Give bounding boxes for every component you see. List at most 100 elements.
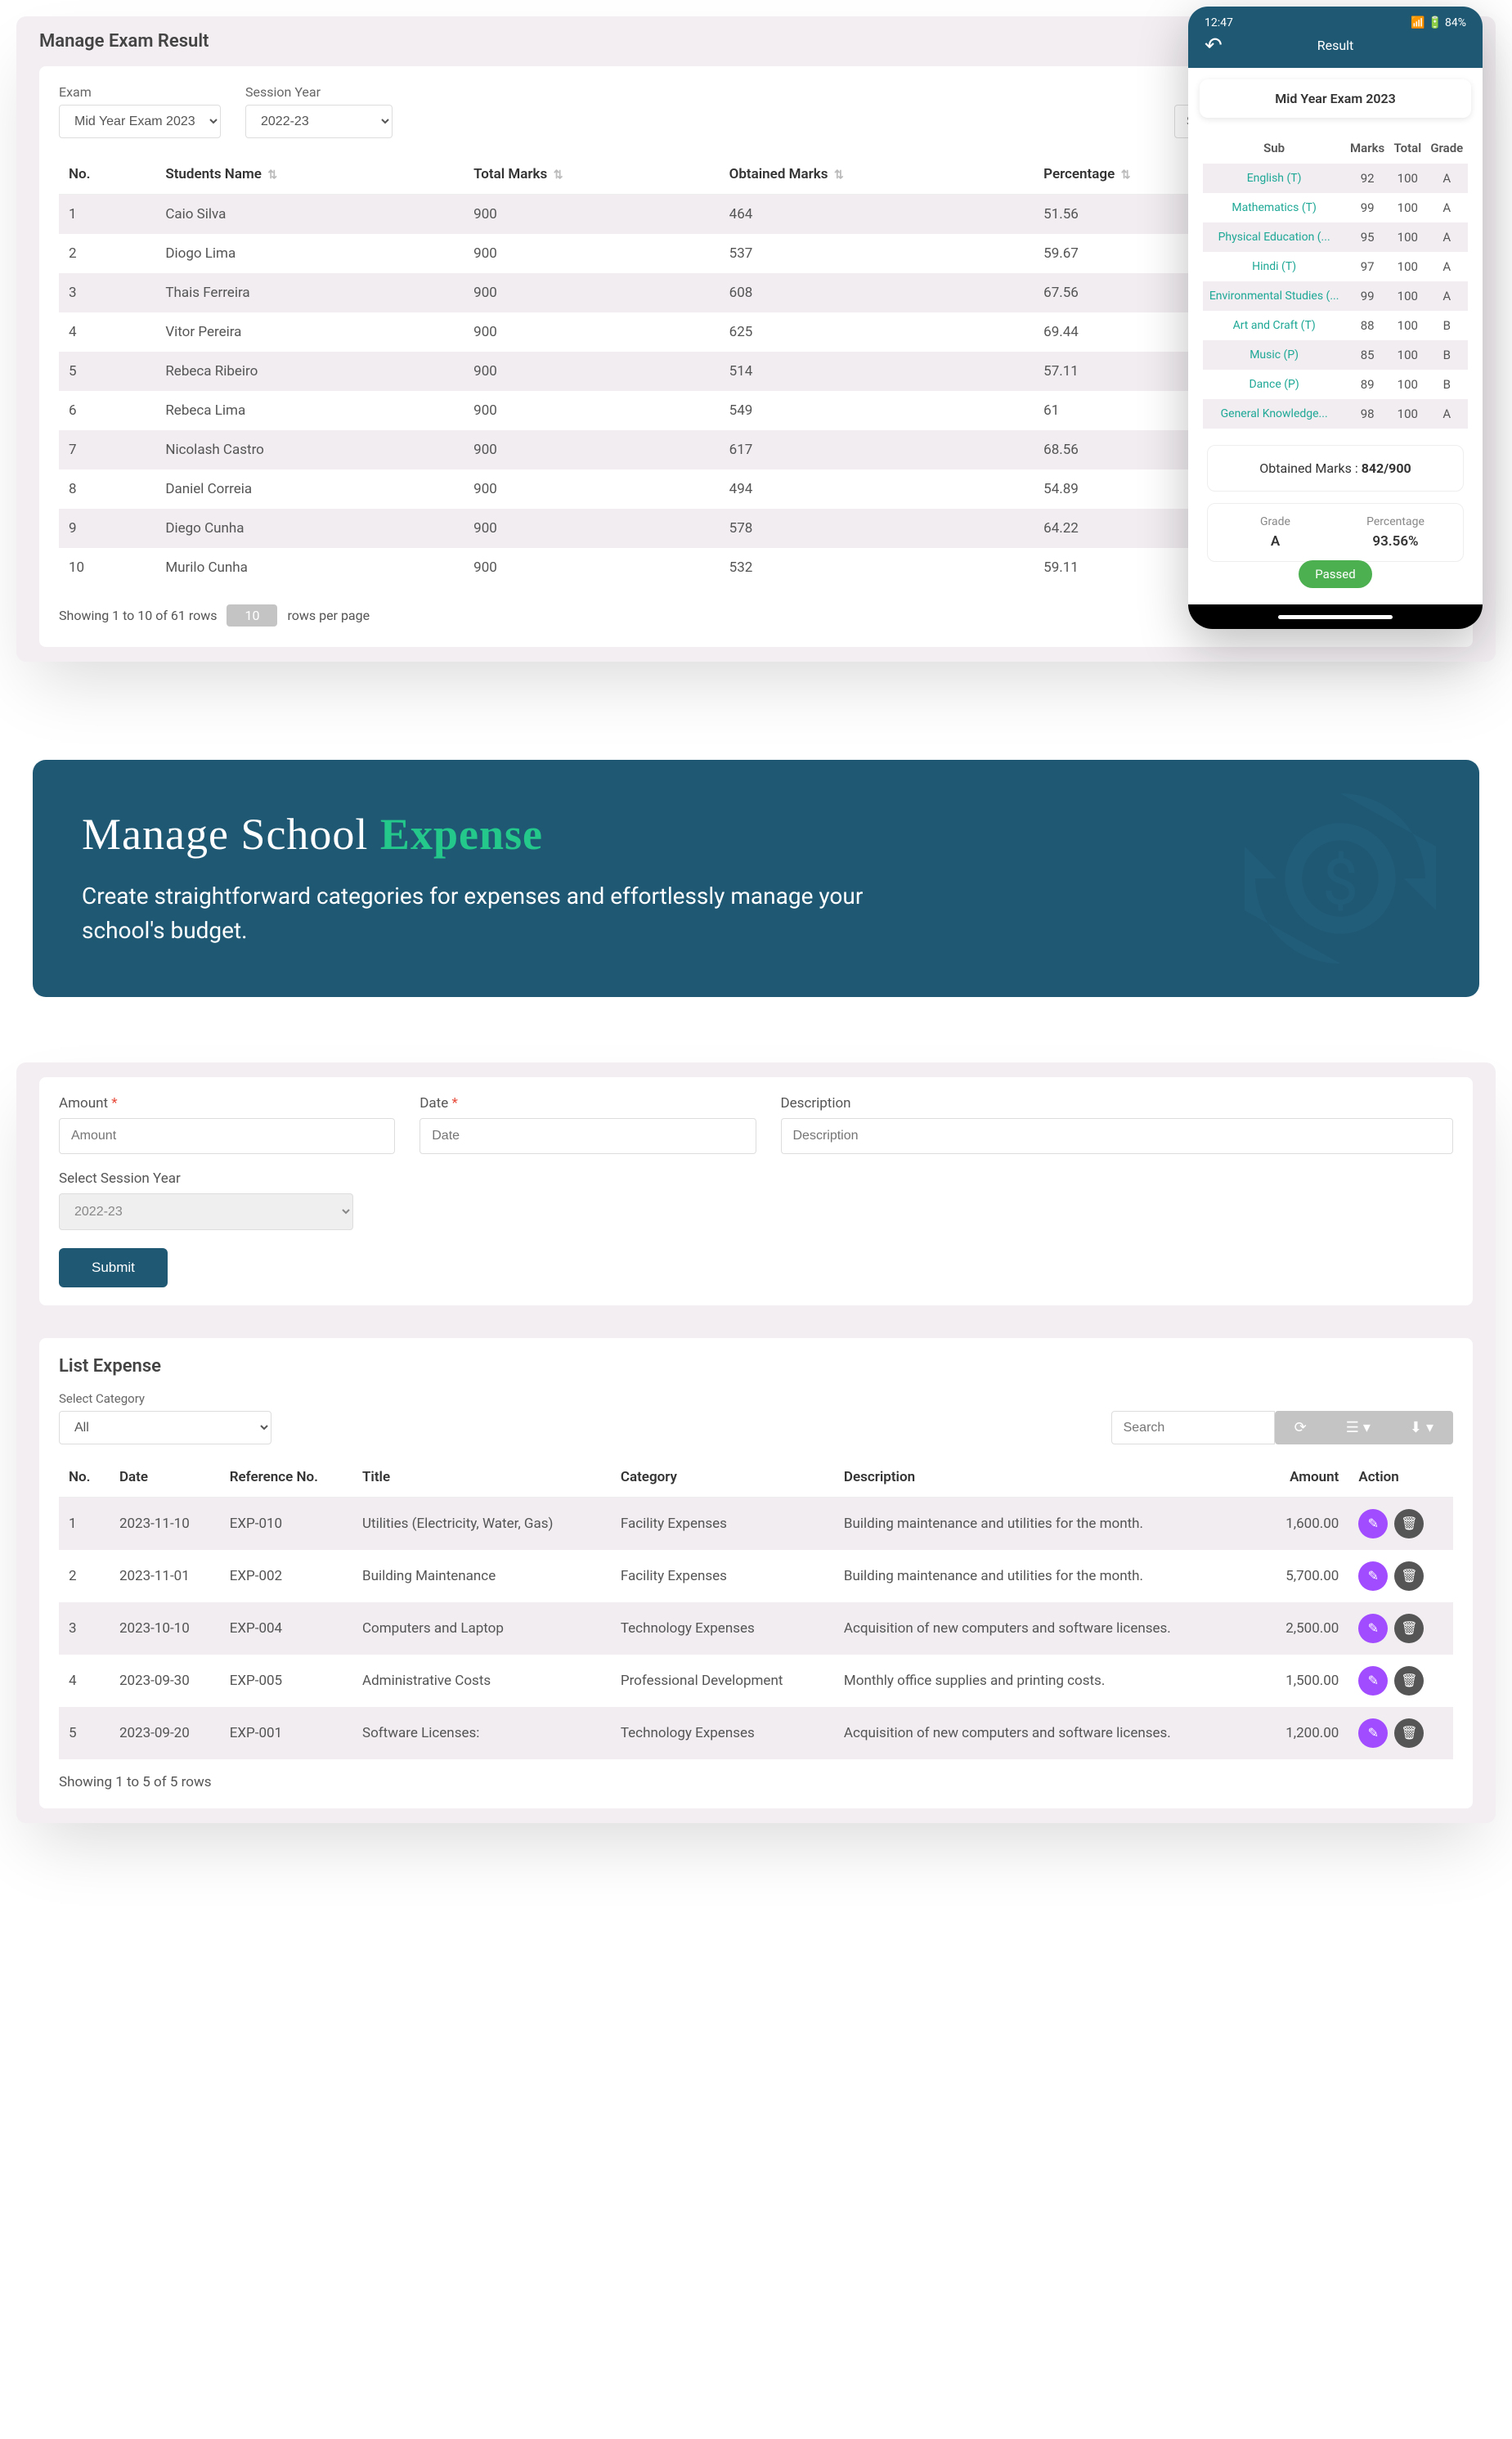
- sort-icon[interactable]: ⇅: [1115, 168, 1130, 182]
- cell: 1,200.00: [1259, 1707, 1348, 1759]
- date-label: Date: [420, 1095, 448, 1112]
- phone-cell: A: [1426, 399, 1468, 429]
- list-col-header: Date: [110, 1458, 220, 1498]
- desc-input[interactable]: [781, 1118, 1454, 1154]
- phone-cell: 100: [1389, 281, 1426, 311]
- exam-filter: Exam Mid Year Exam 2023: [59, 84, 221, 138]
- cell: 514: [720, 352, 1034, 391]
- cell: Professional Development: [611, 1655, 834, 1707]
- delete-button[interactable]: 🗑: [1394, 1561, 1424, 1591]
- exam-filter-select[interactable]: Mid Year Exam 2023: [59, 105, 221, 138]
- obtained-marks: Obtained Marks : 842/900: [1207, 445, 1464, 492]
- cell: 617: [720, 430, 1034, 469]
- phone-row: English (T)92100A: [1203, 164, 1468, 193]
- phone-sub: English (T): [1203, 164, 1345, 193]
- session-year-select[interactable]: 2022-23: [59, 1193, 353, 1230]
- year-filter-select[interactable]: 2022-23: [245, 105, 393, 138]
- cell: Administrative Costs: [352, 1655, 611, 1707]
- delete-button[interactable]: 🗑: [1394, 1718, 1424, 1748]
- cell: 2,500.00: [1259, 1602, 1348, 1655]
- edit-button[interactable]: ✎: [1358, 1614, 1388, 1643]
- cell: Building maintenance and utilities for t…: [834, 1550, 1259, 1602]
- phone-preview: 12:47 📶 🔋 84% ↶ Result Mid Year Exam 202…: [1188, 7, 1483, 629]
- cell: Facility Expenses: [611, 1550, 834, 1602]
- delete-button[interactable]: 🗑: [1394, 1614, 1424, 1643]
- cell: 9: [59, 509, 155, 548]
- phone-cell: 100: [1389, 193, 1426, 222]
- cell: 537: [720, 234, 1034, 273]
- list-refresh-button[interactable]: ⟳: [1275, 1411, 1326, 1444]
- exam-col-header[interactable]: Obtained Marks ⇅: [720, 155, 1034, 195]
- date-input[interactable]: [420, 1118, 756, 1154]
- phone-sub: Art and Craft (T): [1203, 311, 1345, 340]
- cell: 3: [59, 273, 155, 312]
- amount-field-group: Amount *: [59, 1095, 395, 1154]
- amount-label: Amount: [59, 1095, 108, 1112]
- year-filter: Session Year 2022-23: [245, 84, 393, 138]
- phone-cell: 99: [1345, 193, 1389, 222]
- exam-col-header[interactable]: No.: [59, 155, 155, 195]
- phone-row: Art and Craft (T)88100B: [1203, 311, 1468, 340]
- banner-subtitle: Create straightforward categories for ex…: [82, 879, 900, 948]
- phone-cell: 100: [1389, 222, 1426, 252]
- session-year-label: Select Session Year: [59, 1170, 353, 1187]
- table-row: 42023-09-30EXP-005Administrative CostsPr…: [59, 1655, 1453, 1707]
- cell: Technology Expenses: [611, 1707, 834, 1759]
- list-columns-button[interactable]: ☰ ▾: [1326, 1411, 1390, 1444]
- sort-icon[interactable]: ⇅: [828, 168, 843, 182]
- cell: Facility Expenses: [611, 1498, 834, 1551]
- passed-badge: Passed: [1299, 560, 1371, 588]
- phone-row: Environmental Studies (...99100A: [1203, 281, 1468, 311]
- cell: Vitor Pereira: [155, 312, 464, 352]
- list-footer: Showing 1 to 5 of 5 rows: [59, 1774, 1453, 1790]
- cell: 900: [464, 469, 720, 509]
- list-export-button[interactable]: ⬇ ▾: [1390, 1411, 1453, 1444]
- edit-button[interactable]: ✎: [1358, 1666, 1388, 1696]
- category-select[interactable]: All: [59, 1411, 271, 1444]
- cell: Building maintenance and utilities for t…: [834, 1498, 1259, 1551]
- phone-row: Music (P)85100B: [1203, 340, 1468, 370]
- expense-banner: Manage School Expense Create straightfor…: [33, 760, 1479, 997]
- delete-button[interactable]: 🗑: [1394, 1509, 1424, 1538]
- list-expense-title: List Expense: [59, 1356, 1453, 1377]
- cell: 494: [720, 469, 1034, 509]
- cell: 2023-11-01: [110, 1550, 220, 1602]
- cell: Thais Ferreira: [155, 273, 464, 312]
- cell: 5,700.00: [1259, 1550, 1348, 1602]
- cell: 2023-11-10: [110, 1498, 220, 1551]
- exam-col-header[interactable]: Students Name ⇅: [155, 155, 464, 195]
- table-row: 52023-09-20EXP-001Software Licenses:Tech…: [59, 1707, 1453, 1759]
- exam-result-card: Manage Exam Result Exam Mid Year Exam 20…: [16, 16, 1496, 662]
- cell: 2023-10-10: [110, 1602, 220, 1655]
- exam-col-header[interactable]: Total Marks ⇅: [464, 155, 720, 195]
- edit-button[interactable]: ✎: [1358, 1561, 1388, 1591]
- phone-title: Result: [1317, 38, 1354, 53]
- phone-summary: Grade A Percentage 93.56%: [1207, 503, 1464, 562]
- cell: Utilities (Electricity, Water, Gas): [352, 1498, 611, 1551]
- banner-title: Manage School Expense: [82, 809, 1430, 860]
- back-icon[interactable]: ↶: [1205, 34, 1223, 58]
- list-col-header: Description: [834, 1458, 1259, 1498]
- edit-button[interactable]: ✎: [1358, 1718, 1388, 1748]
- phone-col: Grade: [1426, 133, 1468, 164]
- cell: Caio Silva: [155, 195, 464, 235]
- sort-icon[interactable]: ⇅: [262, 168, 277, 182]
- cell: Technology Expenses: [611, 1602, 834, 1655]
- list-col-header: Title: [352, 1458, 611, 1498]
- submit-button[interactable]: Submit: [59, 1248, 168, 1287]
- cell: 532: [720, 548, 1034, 587]
- cell: 900: [464, 548, 720, 587]
- cell: Rebeca Ribeiro: [155, 352, 464, 391]
- list-search-input[interactable]: [1111, 1411, 1275, 1444]
- amount-input[interactable]: [59, 1118, 395, 1154]
- cell: Murilo Cunha: [155, 548, 464, 587]
- table-row: 22023-11-01EXP-002Building MaintenanceFa…: [59, 1550, 1453, 1602]
- delete-button[interactable]: 🗑: [1394, 1666, 1424, 1696]
- footer-showing: Showing 1 to 10 of 61 rows: [59, 608, 218, 623]
- rows-per-page[interactable]: 10: [227, 604, 277, 627]
- edit-button[interactable]: ✎: [1358, 1509, 1388, 1538]
- cell: 549: [720, 391, 1034, 430]
- phone-cell: 100: [1389, 252, 1426, 281]
- cell: 464: [720, 195, 1034, 235]
- sort-icon[interactable]: ⇅: [547, 168, 563, 182]
